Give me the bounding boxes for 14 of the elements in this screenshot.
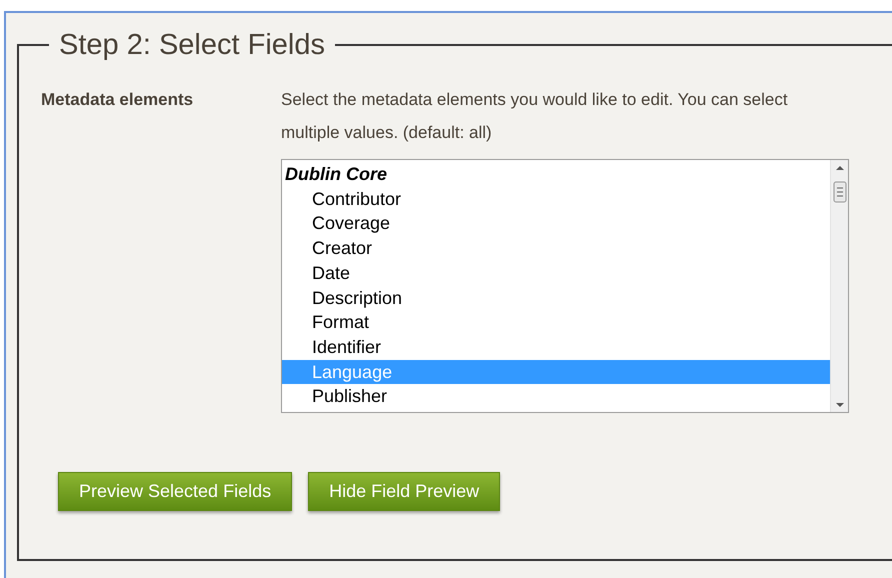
list-option[interactable]: Identifier	[282, 334, 830, 360]
option-group-label: Dublin Core	[284, 163, 388, 186]
help-text: Select the metadata elements you would like to edit. You can select multiple values. (default: all)	[281, 89, 789, 144]
field-label: Metadata elements	[41, 89, 194, 111]
list-option[interactable]: Date	[282, 260, 830, 286]
section-legend: Step 2: Select Fields	[49, 29, 335, 61]
list-option[interactable]: Contributor	[282, 186, 830, 212]
list-option[interactable]: Format	[282, 310, 830, 335]
list-option[interactable]: Coverage	[282, 211, 830, 236]
scrollbar[interactable]	[830, 160, 848, 412]
metadata-listbox[interactable]: Dublin Core Contributor Coverage Creator Date Description Format Identifier Language Publisher	[281, 159, 849, 413]
list-option[interactable]: Description	[282, 286, 830, 310]
list-option[interactable]: Publisher	[282, 384, 830, 410]
list-option[interactable]: Creator	[282, 236, 830, 261]
